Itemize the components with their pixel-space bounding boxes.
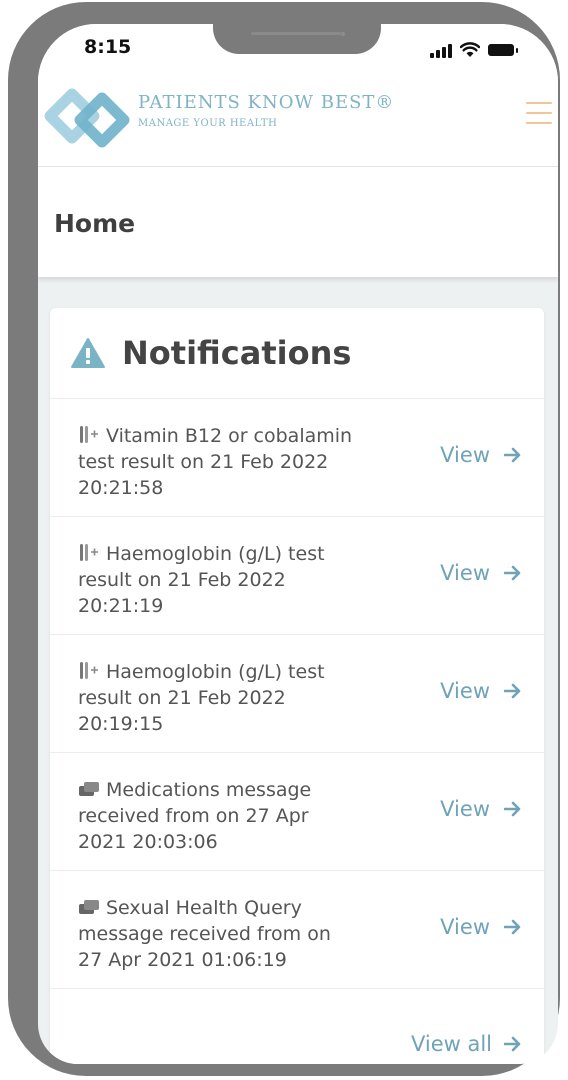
notification-item: Vitamin B12 or cobalamin test result on … [50,399,544,517]
logo-icon [44,88,130,148]
battery-icon [488,44,518,56]
view-button[interactable]: View [440,561,522,585]
phone-speaker [251,32,341,35]
notification-text: Haemoglobin (g/L) test result on 21 Feb … [78,661,325,735]
view-button[interactable]: View [440,915,522,939]
phone-frame: 8:15 PATIENTS KNOW BEST® MANAGE YOUR HEA… [8,2,560,1076]
notification-text: Sexual Health Query message received fro… [78,897,331,971]
notifications-header: Notifications [50,308,544,399]
notification-text: Haemoglobin (g/L) test result on 21 Feb … [78,543,325,617]
signal-icon [430,42,452,58]
view-label: View [440,679,490,703]
notification-text: Vitamin B12 or cobalamin test result on … [78,425,353,499]
view-label: View [440,561,490,585]
message-icon [79,782,99,796]
status-time: 8:15 [84,36,132,58]
arrow-right-icon [504,801,521,817]
brand-name: PATIENTS KNOW BEST® [138,92,395,113]
notifications-title: Notifications [122,334,352,372]
view-label: View [440,797,490,821]
view-button[interactable]: View [440,679,522,703]
view-label: View [440,443,490,467]
phone-screen: 8:15 PATIENTS KNOW BEST® MANAGE YOUR HEA… [38,24,558,1064]
arrow-right-icon [504,565,521,581]
notifications-card: Notifications Vitamin B12 or cobalamin t… [50,308,544,1064]
view-label: View [440,915,490,939]
arrow-right-icon [504,447,521,463]
arrow-right-icon [504,919,521,935]
arrow-right-icon [504,683,521,699]
notification-item: Haemoglobin (g/L) test result on 21 Feb … [50,517,544,635]
view-all-button[interactable]: View all [411,1032,522,1056]
test-tube-icon [80,426,98,443]
wifi-icon [460,42,480,57]
page-title: Home [54,209,136,238]
page-title-bar: Home [38,167,558,277]
view-button[interactable]: View [440,797,522,821]
phone-notch [213,24,381,54]
test-tube-icon [80,662,98,679]
notification-text: Medications message received from on 27 … [78,779,312,853]
phone-camera [341,32,345,36]
view-all-label: View all [410,1032,492,1056]
warning-icon [71,338,105,368]
message-icon [79,900,99,914]
view-button[interactable]: View [440,443,522,467]
brand-tagline: MANAGE YOUR HEALTH [138,118,278,129]
test-tube-icon [80,544,98,561]
hamburger-icon[interactable] [526,102,552,124]
notification-item: Sexual Health Query message received fro… [50,871,544,989]
app-header: PATIENTS KNOW BEST® MANAGE YOUR HEALTH [38,74,558,167]
status-icons [430,34,518,58]
notification-item: Haemoglobin (g/L) test result on 21 Feb … [50,635,544,753]
arrow-right-icon [504,1036,521,1052]
notification-item: Medications message received from on 27 … [50,753,544,871]
